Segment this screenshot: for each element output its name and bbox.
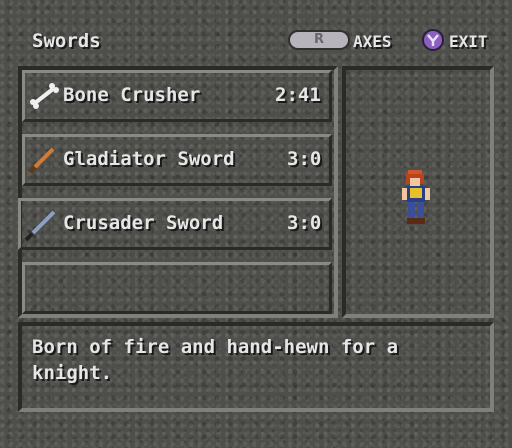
description-line-1: Born of fire and hand-hewn for a — [32, 336, 399, 358]
item-stat: 2:41 — [275, 84, 321, 106]
description-line-2: knight. — [32, 362, 113, 384]
item-stat: 3:0 — [287, 212, 322, 234]
page-title: Swords — [32, 30, 101, 52]
list-item-crusader-sword[interactable]: Crusader Sword 3:0 — [18, 198, 332, 250]
character-sprite-icon — [402, 170, 430, 224]
item-name: Crusader Sword — [63, 212, 224, 234]
item-name: Gladiator Sword — [63, 148, 235, 170]
item-stat: 3:0 — [287, 148, 322, 170]
bone-icon — [30, 83, 59, 109]
r-button[interactable]: R — [288, 30, 350, 50]
list-item-bone-crusher[interactable]: Bone Crusher 2:41 — [22, 70, 332, 122]
list-item-empty — [22, 262, 332, 314]
list-item-gladiator-sword[interactable]: Gladiator Sword 3:0 — [22, 134, 332, 186]
sword-icon — [24, 210, 56, 242]
axes-label[interactable]: AXES — [353, 32, 392, 51]
item-name: Bone Crusher — [63, 84, 201, 106]
y-button-icon[interactable] — [422, 29, 444, 51]
exit-label[interactable]: EXIT — [449, 32, 488, 51]
sword-icon — [28, 147, 55, 174]
